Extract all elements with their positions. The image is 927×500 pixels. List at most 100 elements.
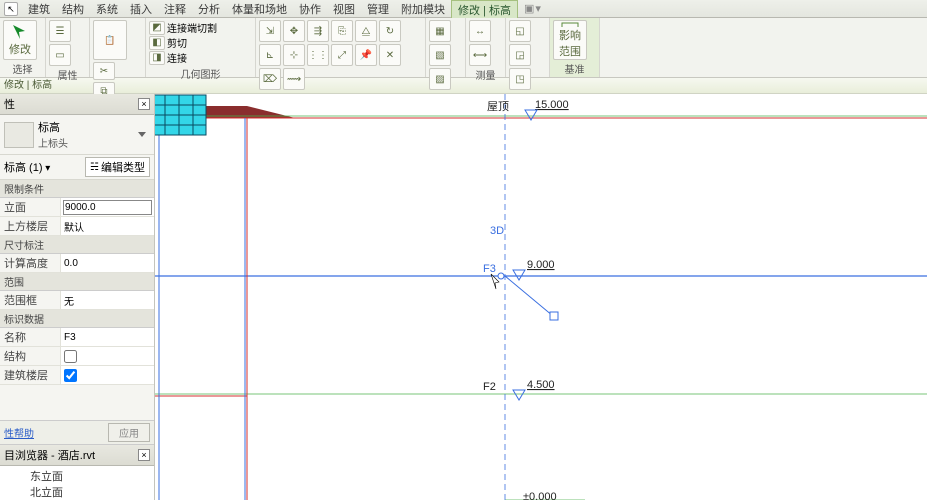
tab-8[interactable]: 视图 — [327, 0, 361, 17]
delete-button[interactable]: ⌦ — [259, 68, 281, 90]
level-type-icon — [4, 122, 34, 148]
propagate-extents-button[interactable]: 影响 范围 — [553, 20, 587, 60]
create-btn2[interactable]: ◲ — [509, 44, 531, 66]
ribbon-label-datum: 基准 — [553, 60, 596, 77]
level-roof-label: 屋顶 — [487, 100, 509, 113]
prop-name-label: 名称 — [0, 328, 60, 346]
tab-3[interactable]: 插入 — [124, 0, 158, 17]
section-constraints: 限制条件 — [0, 180, 154, 198]
prop-elevation-input[interactable] — [63, 200, 152, 215]
apply-button[interactable]: 应用 — [108, 423, 150, 442]
pin-button[interactable]: 📌 — [355, 44, 377, 66]
prop-scope-box-input[interactable] — [63, 294, 152, 307]
curtain-panel-preview — [155, 94, 207, 136]
chevron-down-icon — [138, 132, 146, 137]
properties-close-button[interactable]: × — [138, 98, 150, 110]
array-button[interactable]: ⋮⋮ — [307, 44, 329, 66]
properties-help-link[interactable]: 性帮助 — [4, 425, 34, 440]
cut-geom-label: 剪切 — [167, 35, 187, 50]
ribbon-group-datum: 影响 范围 基准 — [550, 18, 600, 77]
tab-7[interactable]: 协作 — [293, 0, 327, 17]
prop-scope-box-label: 范围框 — [0, 291, 60, 309]
tab-modify-level[interactable]: 修改 | 标高 — [451, 0, 518, 18]
offset-button[interactable]: ⇶ — [307, 20, 329, 42]
ribbon-label-properties: 属性 — [49, 66, 86, 83]
tab-6[interactable]: 体量和场地 — [226, 0, 293, 17]
level-f3-label: F3 — [483, 263, 496, 275]
ribbon-group-geometry: ◩连接端切割 ◧剪切 ◨连接 几何图形 — [146, 18, 256, 77]
ribbon-group-clipboard: 📋✂⧉ 剪贴板 — [90, 18, 146, 77]
ribbon-label-geometry: 几何图形 — [149, 65, 252, 82]
prop-storey-above-input[interactable] — [63, 220, 152, 233]
move-button[interactable]: ✥ — [283, 20, 305, 42]
browser-close-button[interactable]: × — [138, 449, 150, 461]
project-browser-title: 目浏览器 - 酒店.rvt × — [0, 445, 154, 466]
tab-grip-icon: ▣▾ — [524, 2, 542, 15]
type-properties-button[interactable]: ▭ — [49, 44, 71, 66]
type-subname: 上标头 — [38, 135, 130, 150]
cursor-icon[interactable]: ↖ — [4, 2, 18, 16]
section-dims: 尺寸标注 — [0, 236, 154, 254]
measure-button[interactable]: ↔ — [469, 20, 491, 42]
tab-4[interactable]: 注释 — [158, 0, 192, 17]
join-button[interactable]: ◨ — [149, 51, 165, 65]
level-f3-elev: 9.000 — [527, 259, 555, 271]
prop-elevation-label: 立面 — [0, 198, 60, 216]
ribbon-group-measure: ↔⟷ 测量 — [466, 18, 506, 77]
tree-node[interactable]: 北立面 — [2, 484, 152, 500]
dim-button[interactable]: ⟷ — [469, 44, 491, 66]
edit-type-button[interactable]: ☵ 编辑类型 — [85, 157, 150, 177]
properties-button[interactable]: ☰ — [49, 20, 71, 42]
tab-5[interactable]: 分析 — [192, 0, 226, 17]
extend-button[interactable]: ⟿ — [283, 68, 305, 90]
instance-selector[interactable]: 标高 (1) ▾ — [4, 159, 81, 175]
properties-panel-title: 性 × — [0, 94, 154, 115]
section-extents: 范围 — [0, 273, 154, 291]
cope-label: 连接端切割 — [167, 20, 217, 35]
mirror-button[interactable]: ⧋ — [355, 20, 377, 42]
ribbon-group-view: ▦▧▨ 视图 — [426, 18, 466, 77]
prop-building-storey-checkbox[interactable] — [64, 369, 77, 382]
tab-9[interactable]: 管理 — [361, 0, 395, 17]
view-btn1[interactable]: ▦ — [429, 20, 451, 42]
level-roof-elev: 15.000 — [535, 99, 569, 111]
level-ground-elev: ±0.000 — [523, 491, 557, 500]
tab-10[interactable]: 附加模块 — [395, 0, 451, 17]
view-btn2[interactable]: ▧ — [429, 44, 451, 66]
svg-text:3D: 3D — [490, 225, 504, 237]
ribbon-group-create: ◱◲◳ 创建 — [506, 18, 550, 77]
cut-geom-button[interactable]: ◧ — [149, 36, 165, 50]
cut-button[interactable]: ✂ — [93, 62, 115, 80]
prop-storey-above-label: 上方楼层 — [0, 217, 60, 235]
level-f2-label: F2 — [483, 381, 496, 393]
align-button[interactable]: ⇲ — [259, 20, 281, 42]
create-btn3[interactable]: ◳ — [509, 68, 531, 90]
type-selector[interactable]: 标高 上标头 — [0, 115, 154, 155]
ribbon: 修改 选择 ☰▭ 属性 📋✂⧉ 剪贴板 ◩连接端切割 ◧剪切 ◨连接 几何图形 … — [0, 18, 927, 78]
prop-structural-label: 结构 — [0, 347, 60, 365]
copy2-button[interactable]: ⎘ — [331, 20, 353, 42]
tab-2[interactable]: 系统 — [90, 0, 124, 17]
scale-button[interactable]: ⤢ — [331, 44, 353, 66]
tab-1[interactable]: 结构 — [56, 0, 90, 17]
ribbon-label-select: 选择 — [3, 60, 42, 77]
type-name: 标高 — [38, 119, 130, 135]
prop-computation-height-input[interactable] — [63, 257, 152, 270]
view-canvas[interactable]: 3D 屋顶 15.000 F3 9.000 F2 4.500 ±0.000 — [155, 94, 927, 500]
modify-button[interactable]: 修改 — [3, 20, 37, 60]
split-button[interactable]: ⊹ — [283, 44, 305, 66]
tab-0[interactable]: 建筑 — [22, 0, 56, 17]
paste-button[interactable]: 📋 — [93, 20, 127, 60]
project-browser-tree[interactable]: 东立面北立面南立面西立面图例明细表/数量图纸 (全部)001 - 总平面图002… — [0, 466, 154, 500]
view-btn3[interactable]: ▨ — [429, 68, 451, 90]
join-label: 连接 — [167, 50, 187, 65]
cope-button[interactable]: ◩ — [149, 21, 165, 35]
prop-name-input[interactable] — [63, 331, 152, 344]
tree-node[interactable]: 东立面 — [2, 468, 152, 484]
create-btn1[interactable]: ◱ — [509, 20, 531, 42]
unpin-button[interactable]: ✕ — [379, 44, 401, 66]
rotate-button[interactable]: ↻ — [379, 20, 401, 42]
ribbon-group-modify: ⇲✥⇶⎘⧋↻⊾ ⊹⋮⋮⤢📌✕⌦⟿ 修改 — [256, 18, 426, 77]
prop-structural-checkbox[interactable] — [64, 350, 77, 363]
trim-button[interactable]: ⊾ — [259, 44, 281, 66]
